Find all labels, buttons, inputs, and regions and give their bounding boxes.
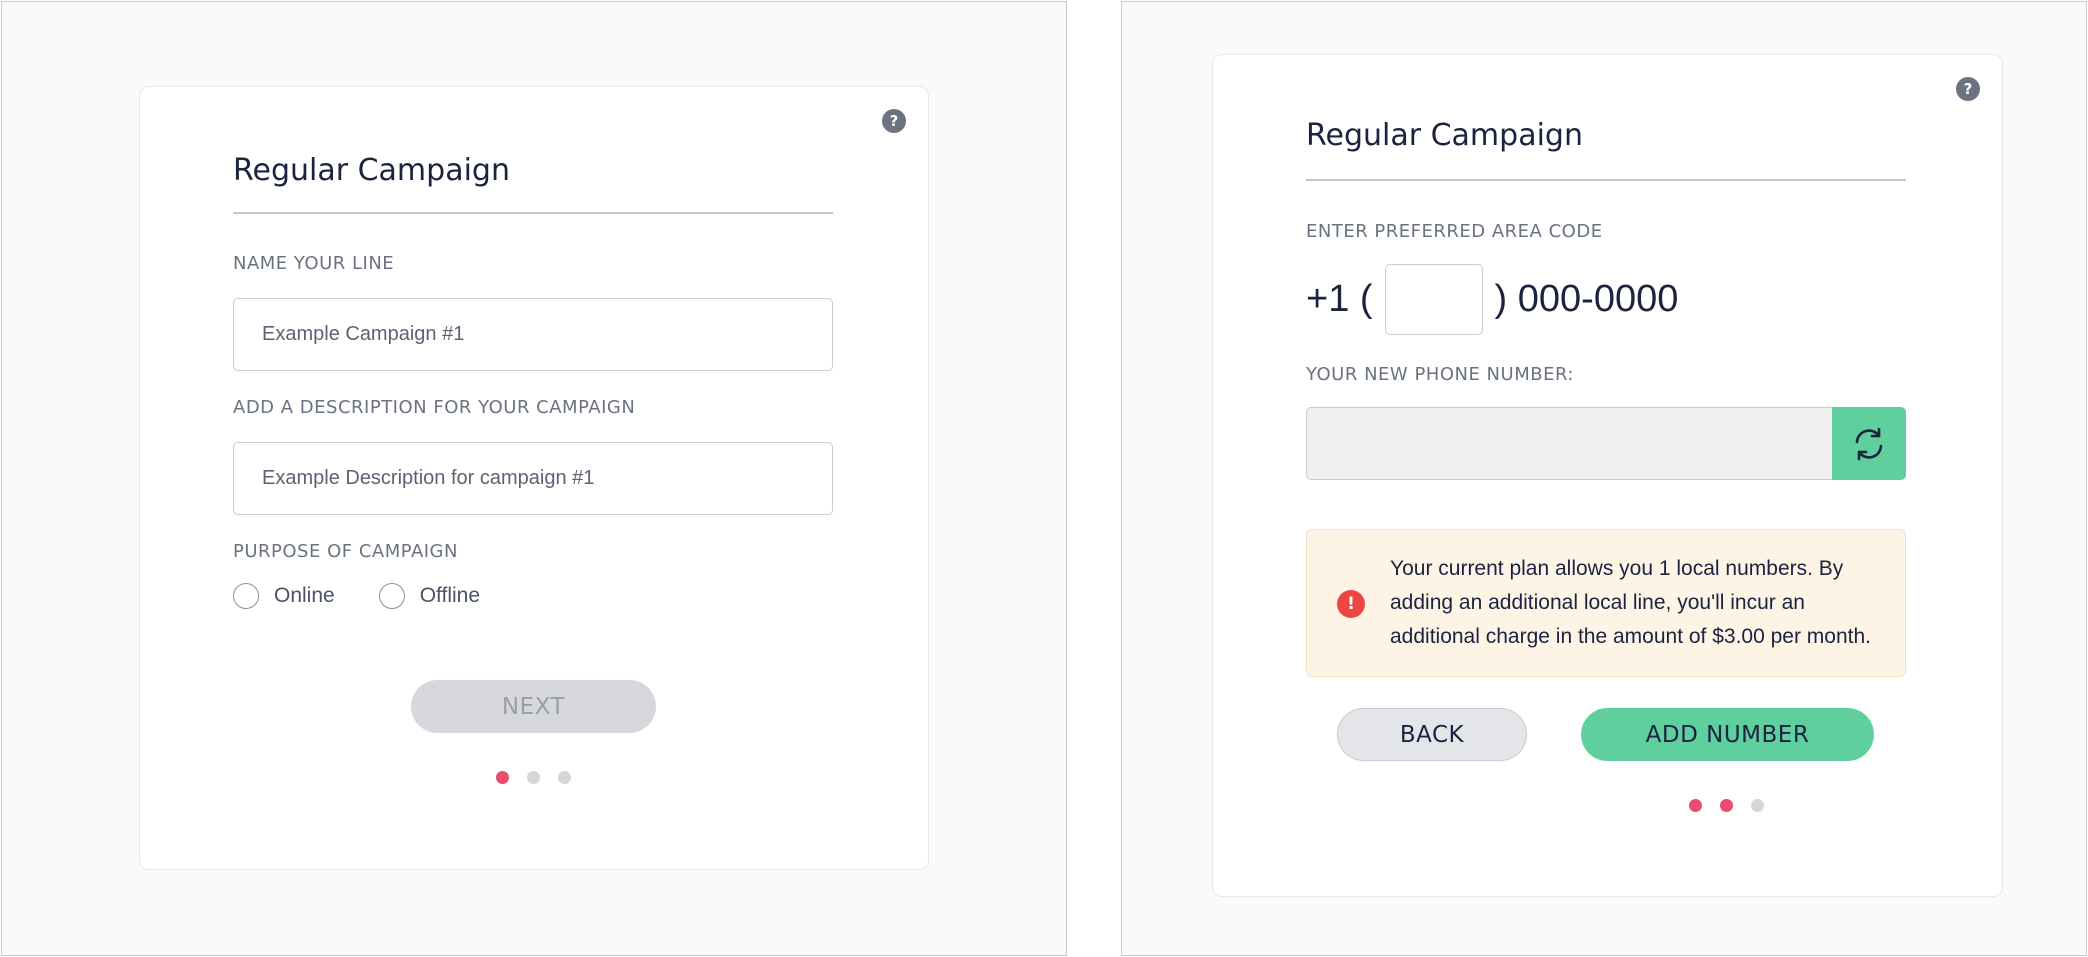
step-indicator [496,771,589,784]
line-name-input[interactable]: Example Campaign #1 [233,298,833,371]
radio-online-label[interactable]: Online [274,584,335,608]
radio-offline-circle[interactable] [378,583,405,609]
plan-alert: ! Your current plan allows you 1 local n… [1306,529,1906,677]
step2-panel: ? Regular Campaign ENTER PREFERRED AREA … [1121,1,2087,956]
help-icon[interactable]: ? [882,109,906,133]
step-dot-1 [496,771,509,784]
new-number-field [1306,407,1906,480]
radio-online-circle[interactable] [233,583,259,609]
add-number-button[interactable]: ADD NUMBER [1581,708,1874,761]
radio-offline[interactable]: Offline [378,583,480,609]
purpose-label: PURPOSE OF CAMPAIGN [233,541,458,562]
step2-card: ? Regular Campaign ENTER PREFERRED AREA … [1212,54,2003,897]
card-title: Regular Campaign [1306,118,1583,153]
step-indicator [1689,799,1782,812]
step1-card: ? Regular Campaign NAME YOUR LINE Exampl… [139,86,929,870]
title-divider [233,212,833,214]
purpose-radio-group: Online Offline [233,583,524,609]
card-title: Regular Campaign [233,153,510,188]
step-dot-3 [1751,799,1764,812]
step-dot-3 [558,771,571,784]
step-dot-2 [1720,799,1733,812]
radio-offline-label[interactable]: Offline [420,584,480,608]
step1-panel: ? Regular Campaign NAME YOUR LINE Exampl… [1,1,1067,956]
description-input[interactable]: Example Description for campaign #1 [233,442,833,515]
alert-message: Your current plan allows you 1 local num… [1390,557,1871,648]
title-divider [1306,179,1906,181]
phone-prefix: +1 ( [1306,278,1373,320]
new-number-label: YOUR NEW PHONE NUMBER: [1306,364,1574,385]
name-line-label: NAME YOUR LINE [233,253,395,274]
area-code-label: ENTER PREFERRED AREA CODE [1306,221,1603,242]
refresh-icon [1855,427,1883,460]
radio-online[interactable]: Online [233,583,335,609]
step-dot-1 [1689,799,1702,812]
step-dot-2 [527,771,540,784]
description-label: ADD A DESCRIPTION FOR YOUR CAMPAIGN [233,397,636,418]
phone-format-row: +1 ( ) 000-0000 [1306,264,1678,335]
back-button[interactable]: BACK [1337,708,1527,761]
help-icon[interactable]: ? [1956,77,1980,101]
phone-suffix: ) 000-0000 [1494,278,1679,320]
next-button[interactable]: NEXT [411,680,656,733]
refresh-number-button[interactable] [1832,407,1906,480]
new-number-value [1306,407,1832,480]
alert-icon: ! [1337,590,1365,618]
line-name-placeholder: Example Campaign #1 [262,323,465,345]
description-placeholder: Example Description for campaign #1 [262,467,595,489]
area-code-input[interactable] [1384,264,1483,335]
